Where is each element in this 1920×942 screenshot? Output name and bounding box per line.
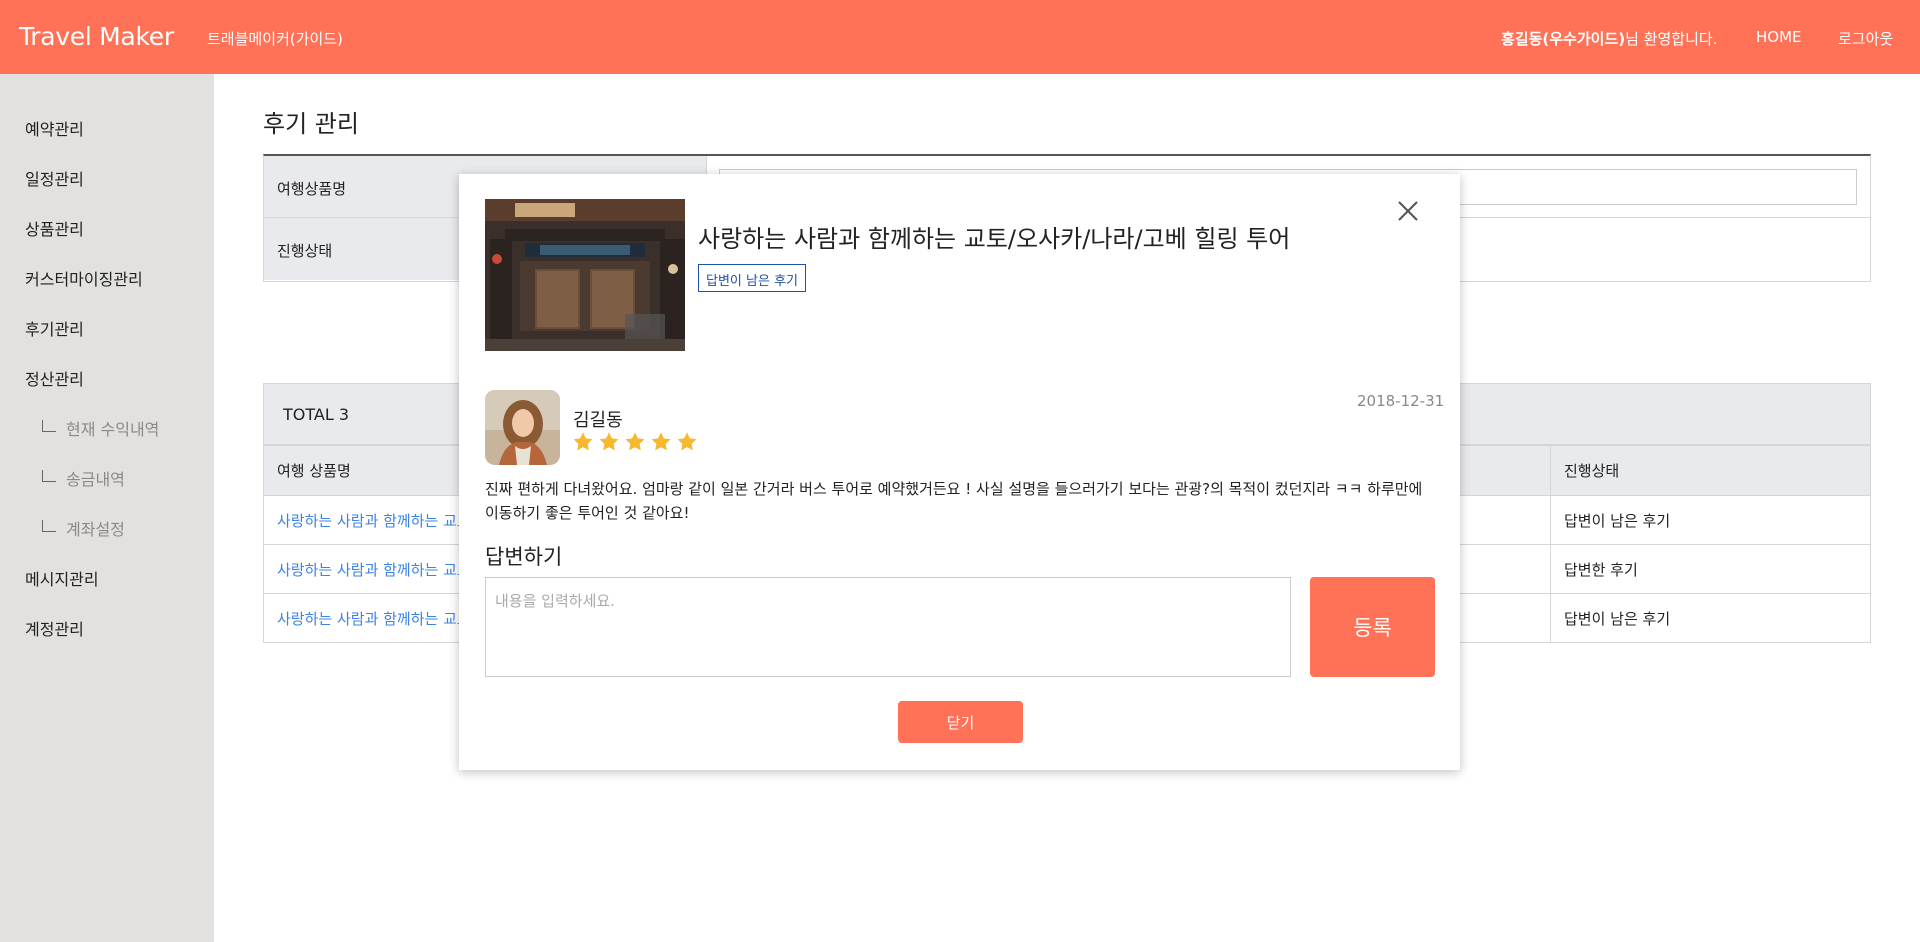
- welcome-message: 홍길동(우수가이드)님 환영합니다.: [1501, 28, 1717, 49]
- tree-branch-icon: [42, 420, 56, 432]
- sidebar-subitem-remittance[interactable]: 송금내역: [42, 466, 125, 490]
- welcome-suffix: 님 환영합니다.: [1625, 30, 1718, 48]
- sidebar-item-schedules[interactable]: 일정관리: [25, 166, 84, 190]
- avatar: [485, 390, 560, 465]
- brand-logo[interactable]: Travel Maker: [19, 22, 174, 51]
- star-icon: [599, 432, 619, 451]
- sidebar-item-account[interactable]: 계정관리: [25, 616, 84, 640]
- tree-branch-icon: [42, 520, 56, 532]
- tour-thumbnail: [485, 199, 685, 351]
- sidebar-item-customizing[interactable]: 커스터마이징관리: [25, 266, 143, 290]
- sidebar-item-reservations[interactable]: 예약관리: [25, 116, 84, 140]
- rating-stars: [572, 431, 698, 453]
- star-icon: [573, 432, 593, 451]
- sidebar-subitem-label: 송금내역: [66, 470, 125, 489]
- sidebar-subitem-account-settings[interactable]: 계좌설정: [42, 516, 125, 540]
- logout-link[interactable]: 로그아웃: [1838, 28, 1893, 49]
- column-header-status: 진행상태: [1550, 445, 1871, 496]
- sidebar-item-reviews[interactable]: 후기관리: [25, 316, 84, 340]
- tree-branch-icon: [42, 470, 56, 482]
- sidebar-subitem-current-earnings[interactable]: 현재 수익내역: [42, 416, 159, 440]
- reply-heading: 답변하기: [485, 545, 563, 569]
- close-icon[interactable]: [1393, 196, 1423, 226]
- review-text: 진짜 편하게 다녀왔어요. 엄마랑 같이 일본 간거라 버스 투어로 예약했거든…: [485, 480, 1423, 522]
- status-badge: 답변이 남은 후기: [698, 264, 806, 292]
- reply-input[interactable]: [485, 577, 1291, 677]
- home-link[interactable]: HOME: [1756, 28, 1802, 46]
- top-header: Travel Maker 트래블메이커(가이드) 홍길동(우수가이드)님 환영합…: [0, 0, 1920, 74]
- status-cell: 답변이 남은 후기: [1550, 495, 1871, 545]
- sidebar-subitem-label: 현재 수익내역: [66, 420, 160, 439]
- site-subtitle: 트래블메이커(가이드): [207, 30, 343, 48]
- close-button[interactable]: 닫기: [898, 701, 1023, 743]
- sidebar-subitem-label: 계좌설정: [66, 520, 125, 539]
- user-name: 홍길동(우수가이드): [1501, 30, 1626, 48]
- reviewer-name: 김길동: [573, 410, 623, 431]
- sidebar-item-products[interactable]: 상품관리: [25, 216, 84, 240]
- submit-reply-button[interactable]: 등록: [1310, 577, 1435, 677]
- sidebar-item-settlement[interactable]: 정산관리: [25, 366, 84, 390]
- star-icon: [625, 432, 645, 451]
- tour-title: 사랑하는 사람과 함께하는 교토/오사카/나라/고베 힐링 투어: [698, 225, 1291, 253]
- review-modal: 사랑하는 사람과 함께하는 교토/오사카/나라/고베 힐링 투어 답변이 남은 …: [459, 174, 1460, 770]
- star-icon: [651, 432, 671, 451]
- status-cell: 답변이 남은 후기: [1550, 593, 1871, 643]
- review-date: 2018-12-31: [1357, 392, 1445, 410]
- page-title: 후기 관리: [263, 110, 359, 138]
- sidebar-item-messages[interactable]: 메시지관리: [25, 566, 99, 590]
- status-cell: 답변한 후기: [1550, 544, 1871, 594]
- star-icon: [677, 432, 697, 451]
- sidebar: 예약관리 일정관리 상품관리 커스터마이징관리 후기관리 정산관리 현재 수익내…: [0, 74, 214, 942]
